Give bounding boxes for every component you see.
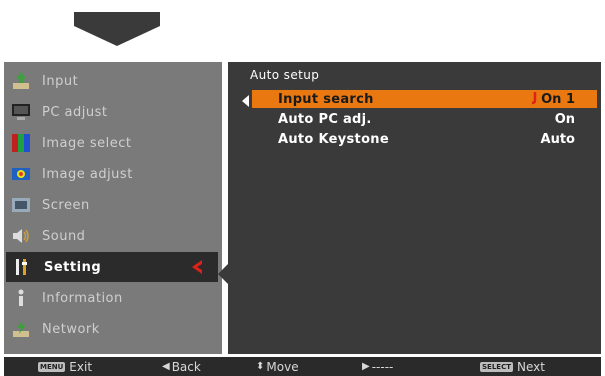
check-mark-icon (531, 92, 537, 105)
submenu-title: Auto setup (250, 68, 320, 82)
select-key-icon: SELECT (480, 361, 513, 372)
menu-item-label: Input (42, 73, 79, 89)
hint-back: ◀ Back (162, 360, 201, 374)
row-auto-keystone[interactable]: Auto Keystone Auto (252, 130, 597, 148)
menu-item-label: Information (42, 290, 123, 306)
hint-next-label: Next (516, 359, 545, 374)
hint-next-blank-label: ----- (371, 359, 394, 374)
sound-icon (10, 225, 32, 247)
hint-exit: MENU Exit (38, 360, 92, 374)
row-value: On 1 (541, 91, 575, 107)
chevron-left-icon (192, 260, 202, 274)
hint-exit-label: Exit (69, 359, 93, 374)
menu-item-label: Sound (42, 228, 86, 244)
hint-next: SELECT Next (480, 360, 545, 374)
help-bar: MENU Exit ◀ Back ⬍ Move ▶ ----- SELECT N… (4, 357, 601, 376)
menu-item-label: Network (42, 321, 100, 337)
back-arrow-icon[interactable] (242, 95, 249, 107)
row-value: Auto (540, 131, 575, 147)
row-label: Auto Keystone (278, 131, 389, 147)
row-auto-pc-adj[interactable]: Auto PC adj. On (252, 110, 597, 128)
left-arrow-icon: ◀ (162, 361, 170, 372)
menu-item-label: Screen (42, 197, 90, 213)
menu-item-input[interactable]: Input (4, 66, 222, 96)
menu-item-label: Image select (42, 135, 132, 151)
pc-adjust-icon (10, 101, 32, 123)
menu-item-pc-adjust[interactable]: PC adjust (4, 97, 222, 127)
row-input-search[interactable]: Input search On 1 (252, 90, 597, 108)
information-icon (10, 287, 32, 309)
image-adjust-icon (10, 163, 32, 185)
image-select-icon (10, 132, 32, 154)
menu-item-information[interactable]: Information (4, 283, 222, 313)
menu-key-icon: MENU (38, 361, 66, 372)
down-arrow-icon (74, 12, 160, 46)
input-icon (10, 70, 32, 92)
menu-item-network[interactable]: Network (4, 314, 222, 344)
menu-item-image-select[interactable]: Image select (4, 128, 222, 158)
submenu-panel: Auto setup Input search On 1 Auto PC adj… (228, 62, 601, 354)
setting-icon (12, 256, 34, 278)
menu-item-sound[interactable]: Sound (4, 221, 222, 251)
row-label: Input search (278, 91, 374, 107)
hint-move: ⬍ Move (256, 360, 299, 374)
up-down-arrow-icon: ⬍ (256, 361, 265, 372)
menu-item-image-adjust[interactable]: Image adjust (4, 159, 222, 189)
row-value: On (554, 111, 575, 127)
menu-item-setting[interactable]: Setting (6, 252, 218, 282)
selection-notch (218, 264, 228, 284)
menu-item-label: PC adjust (42, 104, 108, 120)
screen-icon (10, 194, 32, 216)
row-label: Auto PC adj. (278, 111, 372, 127)
menu-item-label: Image adjust (42, 166, 133, 182)
hint-back-label: Back (171, 359, 201, 374)
hint-next-blank: ▶ ----- (362, 360, 393, 374)
menu-item-screen[interactable]: Screen (4, 190, 222, 220)
main-menu: Input PC adjust Image select Image adjus… (4, 62, 222, 354)
right-arrow-icon: ▶ (362, 361, 370, 372)
network-icon (10, 318, 32, 340)
hint-move-label: Move (266, 359, 299, 374)
menu-item-label: Setting (44, 259, 102, 275)
